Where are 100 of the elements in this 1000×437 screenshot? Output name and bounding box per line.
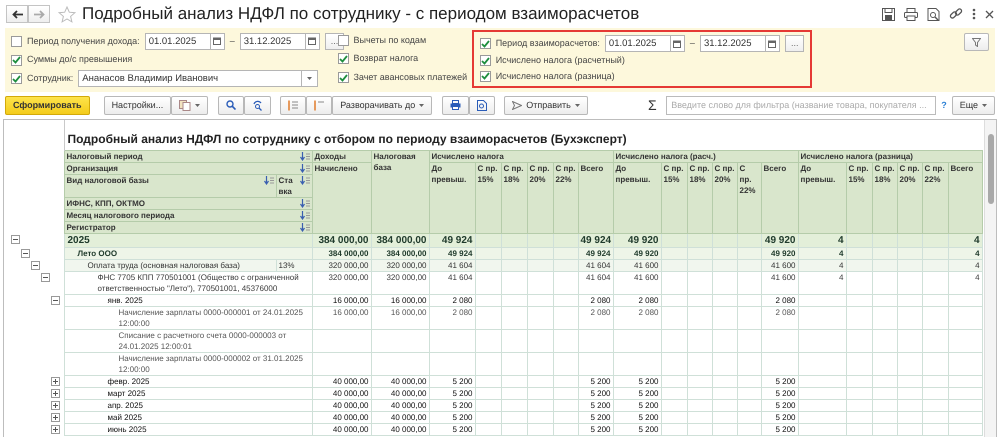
tree-toggle[interactable]	[51, 424, 60, 434]
row-label: Лето ООО	[78, 249, 118, 258]
help-link[interactable]: ?	[941, 98, 947, 112]
tree-toggle[interactable]	[51, 412, 60, 422]
field-label: Период взаиморасчетов:	[496, 36, 600, 50]
value-cell: 384 000,00	[376, 235, 426, 246]
group-button[interactable]	[280, 96, 306, 115]
range-dash: –	[690, 36, 695, 50]
value-cell: 4	[839, 261, 844, 270]
value-cell: 320 000,00	[328, 273, 368, 282]
more-dropdown[interactable]: Еще	[952, 96, 995, 115]
row-label: июнь 2025	[108, 425, 147, 434]
column-header: С пр. 15%	[664, 164, 684, 184]
column-header: С пр. 20%	[530, 164, 550, 184]
value-cell: 2 080	[638, 308, 658, 318]
sort-icon[interactable]	[300, 164, 310, 174]
forward-arrow-icon	[34, 10, 44, 18]
row-label: 2025	[68, 235, 90, 246]
checkbox[interactable]	[338, 53, 348, 64]
choose-button[interactable]: ...	[784, 35, 804, 52]
range-dash: –	[230, 34, 235, 48]
calendar-button[interactable]	[766, 35, 780, 52]
column-header: Вид налоговой базы	[66, 176, 149, 186]
employee-field[interactable]: Ананасов Владимир Иванович	[78, 70, 302, 88]
print-icon[interactable]	[904, 8, 918, 20]
filter-search-field[interactable]: Введите слово для фильтра (название товара, покупателя ...	[666, 96, 936, 115]
value-cell: 5 200	[638, 413, 658, 422]
value-cell: 5 200	[775, 425, 796, 434]
grouping-icon	[288, 100, 298, 111]
settings-button[interactable]: Настройки...	[104, 96, 172, 115]
sort-icon[interactable]	[300, 223, 310, 232]
checkbox[interactable]	[11, 54, 22, 66]
search-button[interactable]	[218, 96, 244, 115]
tree-toggle[interactable]	[31, 260, 40, 270]
tree-toggle[interactable]	[51, 400, 60, 410]
calendar-button[interactable]	[670, 35, 685, 52]
sort-icon[interactable]	[264, 176, 274, 186]
checkbox[interactable]	[480, 70, 491, 82]
send-dropdown[interactable]: Отправить	[504, 96, 588, 115]
tree-toggle[interactable]	[51, 296, 60, 305]
plus-icon	[52, 402, 59, 409]
value-cell: 40 000,00	[332, 413, 368, 422]
value-cell: 40 000,00	[390, 413, 426, 422]
expand-dropdown[interactable]: Разворачивать до	[332, 96, 432, 115]
column-header: До превыш.	[800, 164, 836, 184]
dropdown-button[interactable]	[302, 70, 318, 88]
refresh-search-icon	[252, 100, 263, 111]
value-cell: 5 200	[638, 389, 658, 398]
column-header: С пр. 18%	[874, 164, 894, 184]
sort-icon[interactable]	[300, 211, 310, 220]
back-button[interactable]	[6, 5, 28, 23]
tree-toggle[interactable]	[11, 234, 20, 244]
value-cell: 49 924	[448, 249, 472, 258]
column-header: Налоговая база	[374, 152, 416, 172]
date-field[interactable]: 01.01.2025	[144, 32, 211, 50]
close-icon[interactable]	[985, 10, 994, 18]
ungroup-button[interactable]	[306, 96, 332, 115]
tree-toggle[interactable]	[21, 248, 30, 258]
report-title: Подробный анализ НДФЛ по сотруднику с отбором по периоду взаиморасчетов (Бухэксперт)	[68, 132, 627, 146]
link-icon[interactable]	[949, 7, 963, 21]
tree-toggle[interactable]	[51, 388, 60, 398]
caret-icon	[982, 104, 987, 107]
date-field[interactable]: 31.12.2025	[700, 35, 766, 52]
date-field[interactable]: 31.12.2025	[240, 32, 306, 50]
checkbox[interactable]	[11, 73, 22, 84]
value-cell: 16 000,00	[332, 308, 368, 318]
preview-icon[interactable]	[927, 8, 940, 20]
checkbox[interactable]	[338, 72, 348, 84]
value-cell: 49 924	[580, 235, 612, 246]
tree-toggle[interactable]	[41, 272, 50, 282]
more-icon[interactable]	[972, 8, 976, 20]
generate-button[interactable]: Сформировать	[5, 96, 90, 115]
preview-button[interactable]	[468, 96, 495, 115]
value-cell: 40 000,00	[390, 389, 426, 398]
value-cell: 5 200	[590, 401, 610, 410]
checkbox[interactable]	[480, 55, 491, 66]
sort-icon[interactable]	[300, 152, 310, 162]
filter-button[interactable]	[964, 33, 989, 52]
value-cell: 4	[975, 273, 980, 282]
column-header: С пр. 22%	[740, 164, 756, 196]
save-icon[interactable]	[882, 8, 895, 20]
tree-toggle[interactable]	[51, 376, 60, 386]
date-field[interactable]: 01.01.2025	[604, 35, 671, 52]
value-cell: 40 000,00	[332, 377, 368, 386]
checkbox[interactable]	[480, 38, 491, 49]
value-cell: 4	[839, 273, 844, 282]
value-cell: 5 200	[590, 425, 610, 434]
print-button[interactable]	[442, 96, 469, 115]
calendar-button[interactable]	[210, 32, 225, 50]
star-icon[interactable]	[58, 6, 76, 22]
value-cell: 41 600	[634, 273, 658, 282]
calendar-button[interactable]	[306, 32, 320, 50]
search-refresh-button[interactable]	[244, 96, 271, 115]
scrollbar[interactable]	[984, 120, 996, 437]
sort-icon[interactable]	[300, 199, 310, 208]
variant-button[interactable]	[171, 96, 208, 115]
sort-icon[interactable]	[300, 176, 310, 186]
checkbox[interactable]	[11, 36, 22, 47]
value-cell: 49 920	[771, 249, 796, 258]
sum-button[interactable]: Σ	[648, 94, 657, 116]
